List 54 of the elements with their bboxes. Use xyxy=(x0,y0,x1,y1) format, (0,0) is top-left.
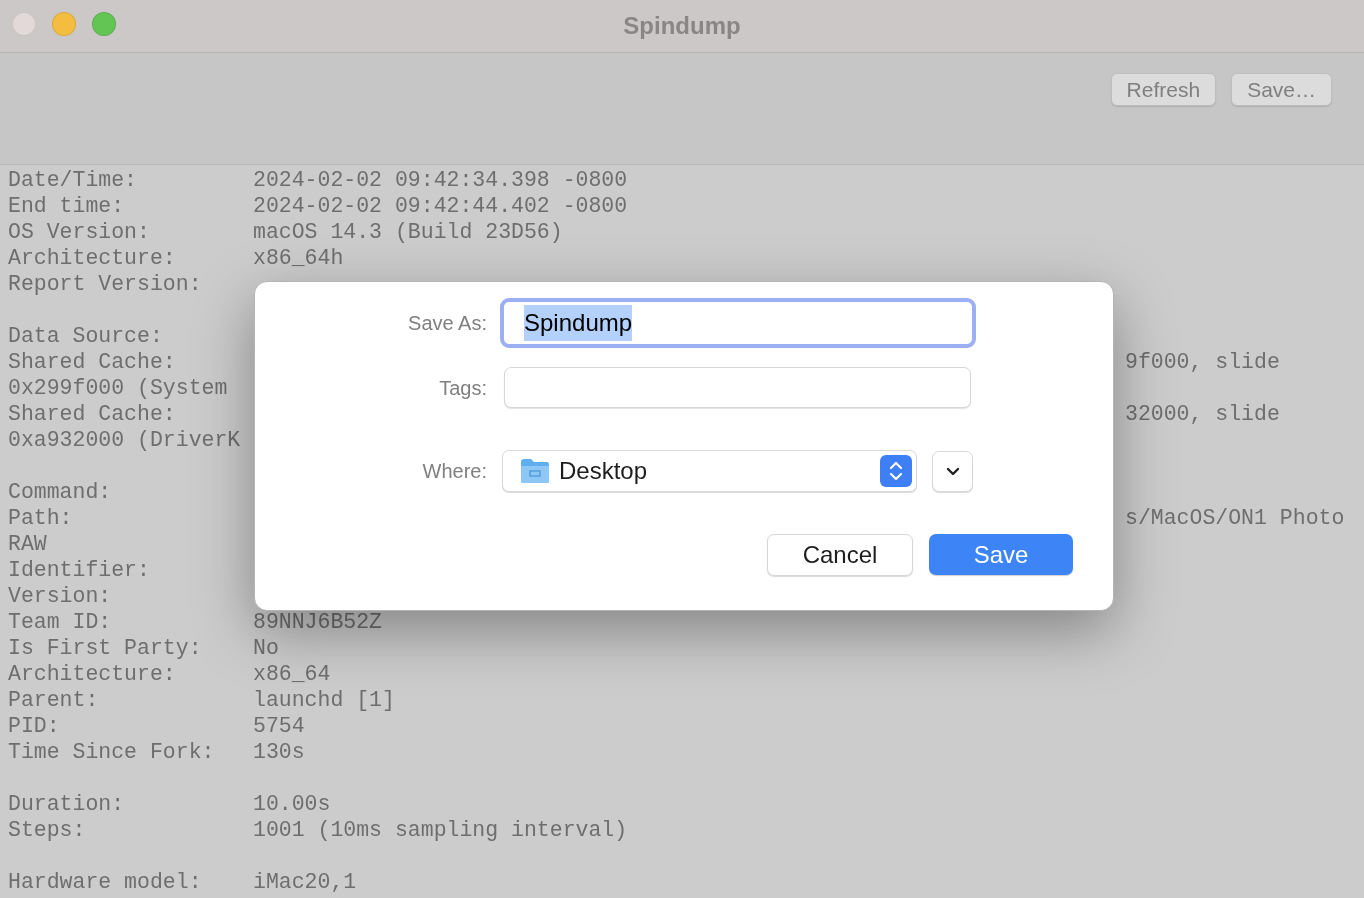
field-value: 9f000, slide xyxy=(1125,349,1280,375)
input-field[interactable]: Spindump xyxy=(500,298,976,348)
field-label: Where: xyxy=(421,459,487,484)
field-value: iMac20,1 xyxy=(253,869,357,895)
field-label: Is First Party: xyxy=(8,635,203,661)
field-label: Identifier: xyxy=(8,557,151,583)
location-value: Desktop xyxy=(559,456,649,486)
field-value: macOS 14.3 (Build 23D56) xyxy=(253,219,563,245)
cancel-button[interactable]: Cancel xyxy=(767,534,913,576)
field-label: PID: xyxy=(8,713,61,739)
folder-icon xyxy=(520,458,550,484)
field-label: Steps: xyxy=(8,817,87,843)
field-value: x86_64h xyxy=(253,245,344,271)
field-label: Time Since Fork: xyxy=(8,739,216,765)
field-value: 2024-02-02 09:42:44.402 -0800 xyxy=(253,193,628,219)
field-label: OS Version: xyxy=(8,219,151,245)
field-label: Save As: xyxy=(407,311,487,336)
field-value: s/MacOS/ON1 Photo xyxy=(1125,505,1345,531)
field-label: Data Source: xyxy=(8,323,164,349)
field-label: Version: xyxy=(8,583,113,609)
window-title: Spindump xyxy=(623,11,741,41)
field-label: Duration: xyxy=(8,791,126,817)
field-value: 2024-02-02 09:42:34.398 -0800 xyxy=(253,167,628,193)
field-label: Shared Cache: xyxy=(8,349,177,375)
report-text: 0xa932000 (DriverK xyxy=(8,427,241,453)
field-label: Tags: xyxy=(438,375,487,401)
field-label: Architecture: xyxy=(8,661,177,687)
report-text: 0x299f000 (System xyxy=(8,375,228,401)
field-label: Report Version: xyxy=(8,271,203,297)
field-label: Command: xyxy=(8,479,113,505)
field-label: Parent: xyxy=(8,687,100,713)
field-value: No xyxy=(253,635,279,661)
disclosure-button[interactable] xyxy=(932,450,973,492)
field-value: 10.00s xyxy=(253,791,331,817)
save-button[interactable]: Save xyxy=(929,534,1073,575)
field-value: 1001 (10ms sampling interval) xyxy=(253,817,628,843)
field-value: 130s xyxy=(253,739,305,765)
location-popup[interactable]: Desktop xyxy=(502,450,917,492)
field-label: Path: xyxy=(8,505,74,531)
field-label: End time: xyxy=(8,193,126,219)
field-label: Shared Cache: xyxy=(8,401,177,427)
chevron-down-icon xyxy=(945,466,960,476)
stepper-icon xyxy=(880,455,912,487)
report-text: RAW xyxy=(8,531,47,557)
field-value: 32000, slide xyxy=(1125,401,1280,427)
tags-field[interactable] xyxy=(504,367,971,408)
field-value: 5754 xyxy=(253,713,305,739)
field-value: launchd [1] xyxy=(253,687,395,713)
field-label: Date/Time: xyxy=(8,167,139,193)
field-value: x86_64 xyxy=(253,661,331,687)
field-label: Team ID: xyxy=(8,609,113,635)
field-label: Hardware model: xyxy=(8,869,203,895)
field-value: 89NNJ6B52Z xyxy=(253,609,383,635)
field-label: Architecture: xyxy=(8,245,177,271)
